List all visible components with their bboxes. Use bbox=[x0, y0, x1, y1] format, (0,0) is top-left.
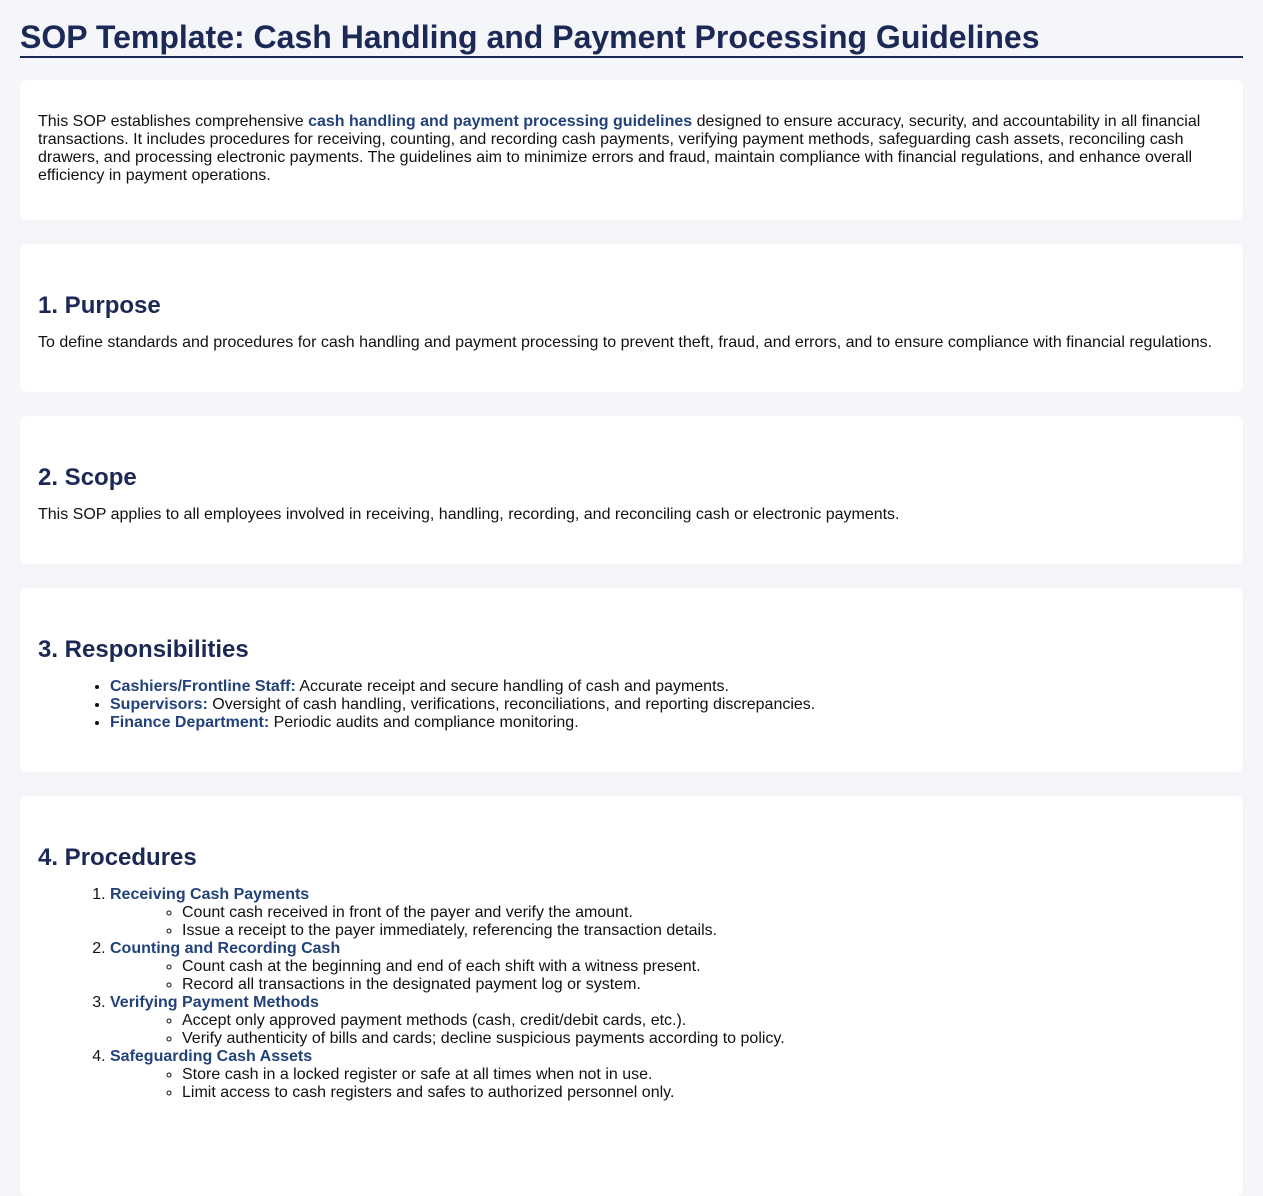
procedure-title: Counting and Recording Cash bbox=[110, 940, 341, 957]
scope-section: 2. Scope This SOP applies to all employe… bbox=[20, 416, 1243, 564]
role-description: Oversight of cash handling, verification… bbox=[207, 696, 816, 713]
list-item: Verify authenticity of bills and cards; … bbox=[182, 1030, 1225, 1048]
intro-card: This SOP establishes comprehensive cash … bbox=[20, 80, 1243, 220]
procedure-title: Safeguarding Cash Assets bbox=[110, 1048, 313, 1065]
procedure-item: Verifying Payment Methods Accept only ap… bbox=[110, 994, 1225, 1048]
role-label: Cashiers/Frontline Staff: bbox=[110, 678, 296, 695]
procedure-steps: Accept only approved payment methods (ca… bbox=[110, 1012, 1225, 1048]
procedure-title: Receiving Cash Payments bbox=[110, 886, 310, 903]
responsibilities-list: Cashiers/Frontline Staff: Accurate recei… bbox=[38, 678, 1225, 732]
role-label: Finance Department: bbox=[110, 714, 270, 731]
role-label: Supervisors: bbox=[110, 696, 208, 713]
page-title: SOP Template: Cash Handling and Payment … bbox=[20, 0, 1243, 58]
role-description: Periodic audits and compliance monitorin… bbox=[269, 714, 579, 731]
procedure-item: Safeguarding Cash Assets Store cash in a… bbox=[110, 1048, 1225, 1102]
list-item: Cashiers/Frontline Staff: Accurate recei… bbox=[110, 678, 1225, 696]
list-item: Store cash in a locked register or safe … bbox=[182, 1066, 1225, 1084]
scope-text: This SOP applies to all employees involv… bbox=[38, 506, 900, 523]
purpose-heading: 1. Purpose bbox=[38, 292, 161, 319]
list-item: Record all transactions in the designate… bbox=[182, 976, 1225, 994]
list-item: Count cash received in front of the paye… bbox=[182, 904, 1225, 922]
procedures-section: 4. Procedures Receiving Cash Payments Co… bbox=[20, 796, 1243, 1196]
procedure-item: Receiving Cash Payments Count cash recei… bbox=[110, 886, 1225, 940]
list-item: Finance Department: Periodic audits and … bbox=[110, 714, 1225, 732]
procedure-steps: Count cash received in front of the paye… bbox=[110, 904, 1225, 940]
list-item: Supervisors: Oversight of cash handling,… bbox=[110, 696, 1225, 714]
responsibilities-heading: 3. Responsibilities bbox=[38, 636, 249, 663]
procedure-steps: Store cash in a locked register or safe … bbox=[110, 1066, 1225, 1102]
purpose-section: 1. Purpose To define standards and proce… bbox=[20, 244, 1243, 392]
intro-text-start: This SOP establishes comprehensive bbox=[38, 113, 309, 130]
list-item: Issue a receipt to the payer immediately… bbox=[182, 922, 1225, 940]
purpose-text: To define standards and procedures for c… bbox=[38, 334, 1213, 351]
scope-heading: 2. Scope bbox=[38, 464, 137, 491]
procedure-item: Counting and Recording Cash Count cash a… bbox=[110, 940, 1225, 994]
list-item: Limit access to cash registers and safes… bbox=[182, 1084, 1225, 1102]
list-item: Accept only approved payment methods (ca… bbox=[182, 1012, 1225, 1030]
procedures-list: Receiving Cash Payments Count cash recei… bbox=[38, 886, 1225, 1102]
list-item: Count cash at the beginning and end of e… bbox=[182, 958, 1225, 976]
intro-paragraph: This SOP establishes comprehensive cash … bbox=[38, 113, 1225, 185]
responsibilities-section: 3. Responsibilities Cashiers/Frontline S… bbox=[20, 588, 1243, 772]
role-description: Accurate receipt and secure handling of … bbox=[295, 678, 729, 695]
procedures-heading: 4. Procedures bbox=[38, 844, 197, 871]
intro-highlight: cash handling and payment processing gui… bbox=[308, 113, 693, 130]
procedure-title: Verifying Payment Methods bbox=[110, 994, 319, 1011]
procedure-steps: Count cash at the beginning and end of e… bbox=[110, 958, 1225, 994]
